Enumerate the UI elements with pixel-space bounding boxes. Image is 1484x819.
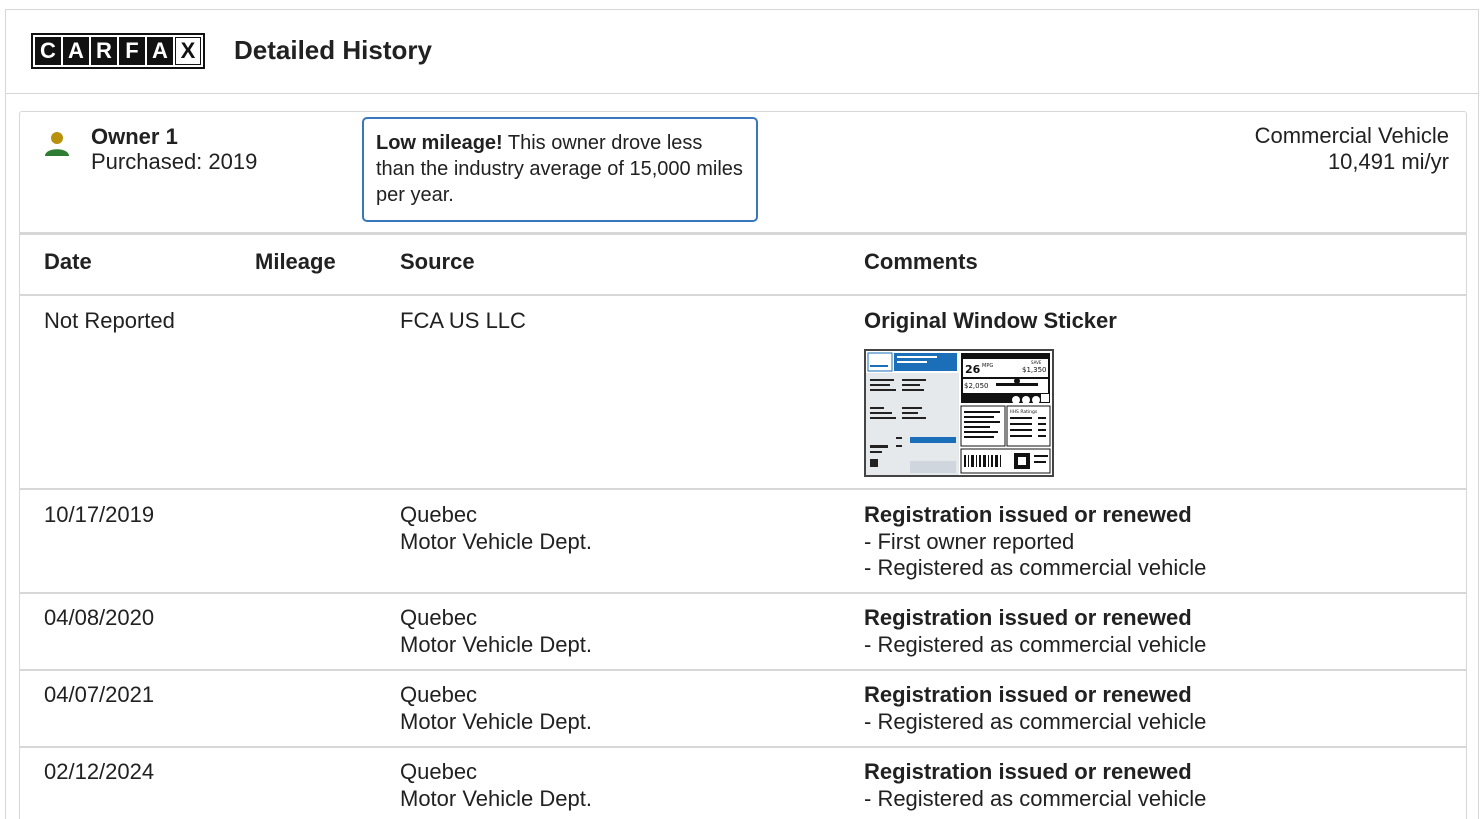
row-comments: Registration issued or renewed - Registe… bbox=[864, 605, 1206, 658]
comment-title: Registration issued or renewed bbox=[864, 682, 1192, 707]
sticker-save-label: SAVE bbox=[1031, 360, 1042, 365]
row-comments: Original Window Sticker bbox=[864, 308, 1117, 335]
sticker-mpg: 26 bbox=[965, 363, 981, 376]
row-date: 04/07/2021 bbox=[44, 682, 155, 707]
row-comments: Registration issued or renewed - First o… bbox=[864, 502, 1206, 582]
logo-letter: R bbox=[91, 37, 117, 65]
owner-history-card: Owner 1 Purchased: 2019 Low mileage! Thi… bbox=[19, 111, 1467, 819]
source-line: Quebec bbox=[400, 759, 478, 784]
comment-line: - Registered as commercial vehicle bbox=[864, 555, 1207, 580]
source-line: Quebec bbox=[400, 605, 478, 630]
source-line: Motor Vehicle Dept. bbox=[400, 631, 592, 657]
sticker-fuel-cost: $2,050 bbox=[964, 382, 989, 390]
source-line: Quebec bbox=[400, 682, 478, 707]
comment-line: - Registered as commercial vehicle bbox=[864, 785, 1207, 811]
source-line: Motor Vehicle Dept. bbox=[400, 785, 592, 811]
sticker-save-amount: $1,350 bbox=[1022, 366, 1047, 374]
row-date: Not Reported bbox=[44, 308, 175, 333]
table-row: 02/12/2024 Quebec Motor Vehicle Dept. Re… bbox=[20, 748, 1466, 819]
comment-title: Registration issued or renewed bbox=[864, 502, 1192, 527]
row-source: FCA US LLC bbox=[400, 308, 526, 335]
col-mileage: Mileage bbox=[255, 249, 336, 274]
logo-letter: X bbox=[175, 37, 201, 65]
comment-line: - Registered as commercial vehicle bbox=[864, 631, 1207, 657]
logo-letter: A bbox=[63, 37, 89, 65]
vehicle-type: Commercial Vehicle bbox=[1254, 123, 1449, 148]
source-line: FCA US LLC bbox=[400, 308, 526, 333]
row-source: Quebec Motor Vehicle Dept. bbox=[400, 502, 592, 555]
page-title: Detailed History bbox=[234, 35, 432, 65]
logo-letter: F bbox=[119, 37, 145, 65]
col-comments: Comments bbox=[864, 249, 978, 274]
comment-line: - Registered as commercial vehicle bbox=[864, 708, 1207, 734]
comment-title: Registration issued or renewed bbox=[864, 605, 1192, 630]
row-date: 04/08/2020 bbox=[44, 605, 155, 630]
row-source: Quebec Motor Vehicle Dept. bbox=[400, 605, 592, 658]
low-mileage-alert: Low mileage! This owner drove less than … bbox=[362, 117, 758, 222]
col-date: Date bbox=[44, 249, 92, 274]
row-date: 02/12/2024 bbox=[44, 759, 155, 784]
report-header: C A R F A X Detailed History bbox=[6, 10, 1478, 94]
col-source: Source bbox=[400, 249, 475, 274]
table-row: 04/07/2021 Quebec Motor Vehicle Dept. Re… bbox=[20, 671, 1466, 748]
table-row: Not Reported FCA US LLC Original Window … bbox=[20, 296, 1466, 490]
owner-purchased: Purchased: 2019 bbox=[91, 149, 258, 174]
history-table: Date Mileage Source Comments Not Reporte… bbox=[20, 235, 1466, 819]
carfax-logo: C A R F A X bbox=[31, 33, 205, 69]
report-frame: C A R F A X Detailed History Owner 1 Pur… bbox=[5, 9, 1479, 819]
comment-title: Original Window Sticker bbox=[864, 308, 1117, 333]
window-sticker-image: 26 MPG SAVE $1,350 $2,050 IIHS Ratings bbox=[866, 351, 1052, 475]
logo-letter: A bbox=[147, 37, 173, 65]
row-date: 10/17/2019 bbox=[44, 502, 155, 527]
sticker-ratings-label: IIHS Ratings bbox=[1010, 409, 1038, 415]
window-sticker-thumbnail[interactable]: 26 MPG SAVE $1,350 $2,050 IIHS Ratings bbox=[864, 349, 1054, 477]
comment-line: - First owner reported bbox=[864, 528, 1075, 554]
owner-title: Owner 1 bbox=[91, 124, 178, 149]
owner-summary: Owner 1 Purchased: 2019 Low mileage! Thi… bbox=[20, 112, 1466, 235]
table-row: 10/17/2019 Quebec Motor Vehicle Dept. Re… bbox=[20, 490, 1466, 594]
table-header: Date Mileage Source Comments bbox=[20, 235, 1466, 296]
source-line: Quebec bbox=[400, 502, 478, 527]
row-comments: Registration issued or renewed - Registe… bbox=[864, 682, 1206, 735]
row-comments: Registration issued or renewed - Registe… bbox=[864, 759, 1206, 812]
alert-bold: Low mileage! bbox=[376, 132, 503, 154]
source-line: Motor Vehicle Dept. bbox=[400, 708, 592, 734]
source-line: Motor Vehicle Dept. bbox=[400, 528, 592, 554]
owner-vehicle-info: Commercial Vehicle 10,491 mi/yr bbox=[1255, 123, 1449, 175]
comment-title: Registration issued or renewed bbox=[864, 759, 1192, 784]
row-source: Quebec Motor Vehicle Dept. bbox=[400, 682, 592, 735]
table-row: 04/08/2020 Quebec Motor Vehicle Dept. Re… bbox=[20, 594, 1466, 671]
mileage-rate: 10,491 mi/yr bbox=[1327, 149, 1449, 174]
logo-letter: C bbox=[35, 37, 61, 65]
person-icon bbox=[45, 132, 69, 156]
row-source: Quebec Motor Vehicle Dept. bbox=[400, 759, 592, 812]
sticker-mpg-unit: MPG bbox=[982, 363, 993, 369]
